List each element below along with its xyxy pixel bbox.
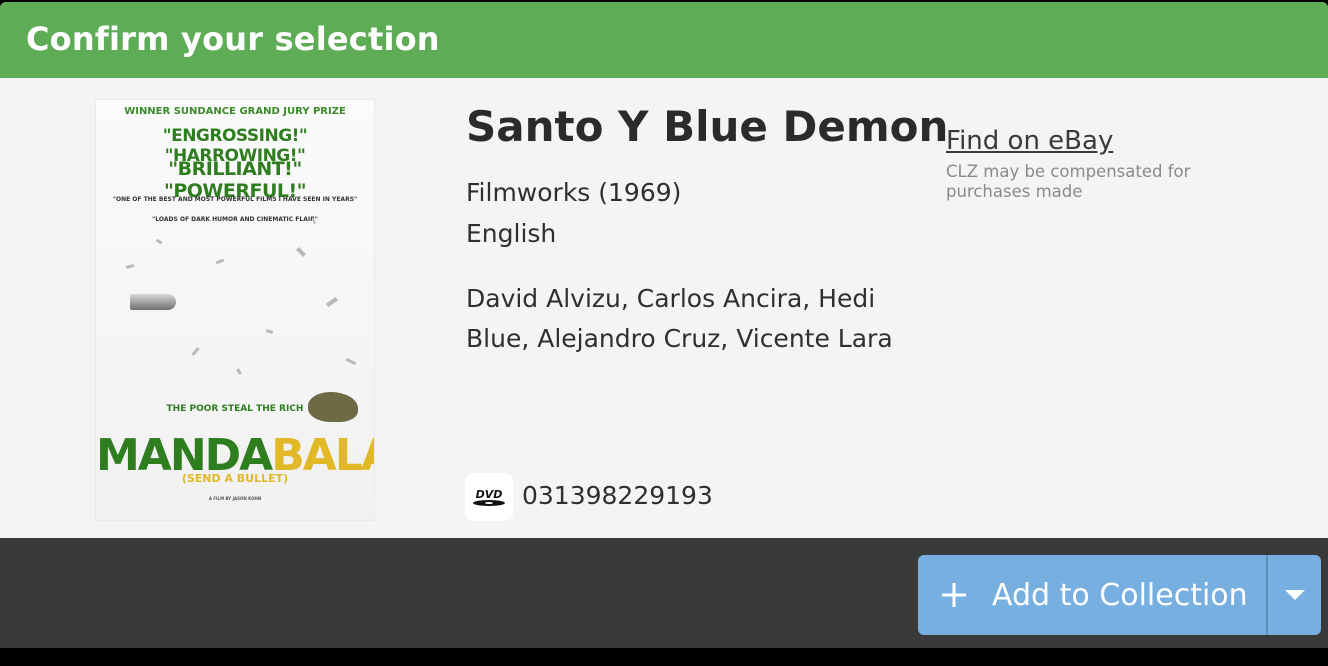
cover-glass-shard — [191, 347, 200, 356]
movie-publisher-year: Filmworks (1969) — [466, 178, 682, 207]
caret-down-icon — [1284, 590, 1305, 600]
cover-tagline: THE POOR STEAL THE RICH — [166, 404, 304, 414]
movie-title: Santo Y Blue Demon — [466, 102, 949, 151]
cover-review-2: "LOADS OF DARK HUMOR AND CINEMATIC FLAIR… — [152, 216, 318, 223]
movie-language: English — [466, 219, 557, 248]
cover-glass-shard — [296, 247, 306, 257]
cover-glass-shard — [325, 296, 339, 308]
dialog-footer: Add to Collection — [0, 538, 1328, 648]
movie-cast: David Alvizu, Carlos Ancira, Hedi Blue, … — [466, 284, 893, 353]
svg-text:DVD: DVD — [476, 488, 503, 501]
add-to-collection-button[interactable]: Add to Collection — [918, 555, 1266, 635]
movie-barcode: 031398229193 — [522, 481, 713, 510]
cover-bullet — [130, 294, 176, 310]
cover-glass-shard — [345, 358, 357, 365]
dialog-title: Confirm your selection — [26, 20, 440, 58]
cover-glass-shard — [155, 238, 163, 245]
cover-glass-shard — [125, 264, 135, 269]
cover-credits: A FILM BY JASON KOHN — [208, 496, 262, 501]
plus-icon — [942, 583, 966, 607]
dvd-format-badge: DVD — [465, 473, 513, 521]
cover-glass-shard — [215, 258, 225, 265]
dialog-header: Confirm your selection — [0, 2, 1328, 78]
add-to-collection-label: Add to Collection — [992, 577, 1248, 613]
cover-glass-shard — [236, 368, 242, 375]
ebay-disclaimer: CLZ may be compensated for purchases mad… — [946, 162, 1191, 201]
add-options-dropdown-button[interactable] — [1268, 555, 1321, 635]
dvd-icon: DVD — [473, 488, 505, 506]
movie-cover-image: WINNER SUNDANCE GRAND JURY PRIZE "ENGROS… — [96, 100, 374, 520]
cover-glass-shard — [265, 329, 274, 334]
cover-prize-text: WINNER SUNDANCE GRAND JURY PRIZE — [124, 106, 346, 117]
confirm-dialog: Confirm your selection WINNER SUNDANCE G… — [0, 2, 1328, 648]
find-on-ebay-link[interactable]: Find on eBay — [946, 126, 1113, 156]
cover-review-1: "ONE OF THE BEST AND MOST POWERFUL FILMS… — [112, 196, 358, 203]
cover-subtitle: (SEND A BULLET) — [181, 472, 289, 485]
